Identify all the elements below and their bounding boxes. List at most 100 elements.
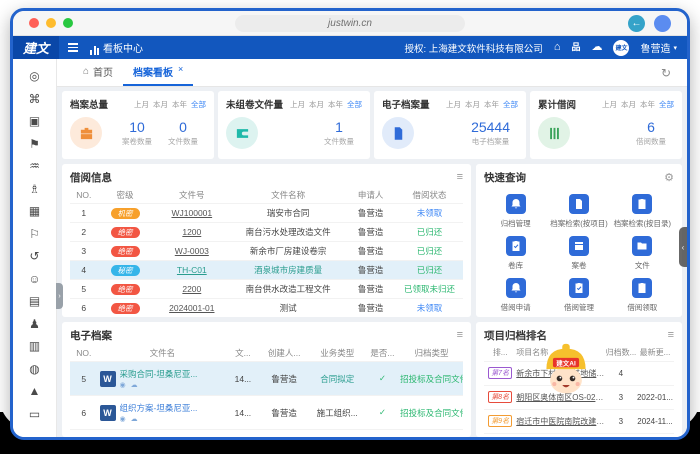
table-row-selected[interactable]: 4 秘密 TH-C01 酒泉城市房建质量 鲁营造 已归还 xyxy=(70,261,463,280)
file-name-link[interactable]: 采购合同-坦桑尼亚... xyxy=(120,368,198,380)
user-menu[interactable]: 鲁营造▾ xyxy=(640,40,677,55)
panel-menu-icon[interactable]: ≡ xyxy=(457,171,463,183)
file-no-link[interactable]: WJ100001 xyxy=(171,208,212,218)
org-chart-icon[interactable]: 品 xyxy=(571,43,580,52)
file-no-link[interactable]: 1200 xyxy=(182,227,201,237)
table-row[interactable]: 6 绝密 2024001-01 测试 鲁营造 未领取 xyxy=(70,299,463,317)
table-row[interactable]: 2 绝密 1200 南台污水处理改造文件 鲁营造 已归还 xyxy=(70,223,463,242)
file-name-link[interactable]: 组织方案-坦桑尼亚... xyxy=(120,402,198,414)
user-icon[interactable]: ♟ xyxy=(29,318,40,331)
table-row[interactable]: 1 机密 WJ100001 瑞安市合同 鲁营造 未领取 xyxy=(70,204,463,223)
filter-this-month[interactable]: 本月 xyxy=(465,99,480,110)
col-biz-type[interactable]: 业务类型 xyxy=(310,347,365,359)
book-icon[interactable]: ▥ xyxy=(29,340,40,353)
right-panel-collapse-handle[interactable]: ‹ xyxy=(679,227,687,267)
building-icon[interactable]: ▦ xyxy=(29,205,40,218)
file-no-link[interactable]: TH-C01 xyxy=(177,265,207,275)
maximize-window-button[interactable] xyxy=(63,18,73,28)
filter-this-year[interactable]: 本年 xyxy=(640,99,655,110)
briefcase-icon[interactable]: ▣ xyxy=(29,115,40,128)
quick-item-borrow-apply[interactable]: 借阅申请 xyxy=(484,278,547,313)
col-last-update[interactable]: 最新更... xyxy=(636,347,674,358)
filter-all[interactable]: 全部 xyxy=(659,99,674,110)
col-archive-count[interactable]: 归档数... xyxy=(606,347,636,358)
filter-this-year[interactable]: 本年 xyxy=(484,99,499,110)
filter-all[interactable]: 全部 xyxy=(503,99,518,110)
stat-value: 6 xyxy=(636,119,666,135)
flag-icon[interactable]: ⚐ xyxy=(29,228,40,241)
quick-item-borrow-manage[interactable]: 借阅管理 xyxy=(547,278,610,313)
app-logo[interactable]: 建文 xyxy=(13,36,59,59)
profile-button[interactable] xyxy=(654,15,671,32)
table-row-selected[interactable]: 5 W 采购合同-坦桑尼亚... ◉☁ 14... 鲁营造 合同拟定 ✓ 招 xyxy=(70,362,463,396)
col-status[interactable]: 借阅状态 xyxy=(396,189,463,201)
tab-archive-dashboard[interactable]: 档案看板 × xyxy=(123,59,193,86)
col-file-no[interactable]: 文件号 xyxy=(153,189,232,201)
col-archived-flag[interactable]: 是否... xyxy=(365,347,400,359)
filter-this-year[interactable]: 本年 xyxy=(172,99,187,110)
project-name-link[interactable]: 宿迁市中医院南院改建项... xyxy=(516,416,605,427)
filter-this-month[interactable]: 本月 xyxy=(153,99,168,110)
mountain-icon[interactable]: ▲ xyxy=(29,385,41,398)
quick-item-search-by-catalog[interactable]: 档案检索(按目录) xyxy=(611,194,674,229)
panel-menu-icon[interactable]: ≡ xyxy=(668,329,674,341)
col-creator[interactable]: 创建人... xyxy=(259,347,310,359)
col-size[interactable]: 文... xyxy=(227,347,258,359)
close-tab-icon[interactable]: × xyxy=(178,64,183,74)
download-icon[interactable]: ☁ xyxy=(131,381,138,389)
quick-item-borrow-pickup[interactable]: 借阅领取 xyxy=(611,278,674,313)
shield-icon[interactable]: ♗ xyxy=(29,183,40,196)
table-row[interactable]: 5 绝密 2200 南台供水改造工程文件 鲁营造 已领取未归还 xyxy=(70,280,463,299)
panel-menu-icon[interactable]: ≡ xyxy=(457,329,463,341)
quick-item-files[interactable]: 文件 xyxy=(611,236,674,271)
flag-user-icon[interactable]: ⚑ xyxy=(29,138,40,151)
ai-assistant-mascot[interactable]: 建文AI xyxy=(538,340,594,402)
filter-last-month[interactable]: 上月 xyxy=(290,99,305,110)
col-applicant[interactable]: 申请人 xyxy=(345,189,396,201)
col-file-name[interactable]: 文件名 xyxy=(98,347,228,359)
wifi-icon[interactable]: ♒ xyxy=(29,160,40,173)
col-archive-type[interactable]: 归档类型 xyxy=(400,347,463,359)
quick-item-volume-library[interactable]: 卷库 xyxy=(484,236,547,271)
preview-icon[interactable]: ◉ xyxy=(120,415,126,423)
ink-drop-icon[interactable]: ◎ xyxy=(29,70,39,83)
filter-this-month[interactable]: 本月 xyxy=(621,99,636,110)
tab-home[interactable]: ⌂ 首页 xyxy=(73,59,123,86)
globe-icon[interactable]: ◍ xyxy=(29,363,39,376)
quick-item-archive-manage[interactable]: 归档管理 xyxy=(484,194,547,229)
col-file-name[interactable]: 文件名称 xyxy=(231,189,345,201)
sidebar-expand-handle[interactable]: › xyxy=(56,283,63,309)
kanban-center-nav[interactable]: 看板中心 xyxy=(90,40,143,55)
filter-all[interactable]: 全部 xyxy=(347,99,362,110)
file-no-link[interactable]: 2024001-01 xyxy=(169,303,214,313)
filter-this-month[interactable]: 本月 xyxy=(309,99,324,110)
home-icon[interactable]: ⌂ xyxy=(554,42,561,53)
close-window-button[interactable] xyxy=(29,18,39,28)
table-row[interactable]: 6 W 组织方案-坦桑尼亚... ◉☁ 14... 鲁营造 施工组织... ✓ xyxy=(70,396,463,430)
back-button[interactable]: ← xyxy=(628,15,645,32)
undo-icon[interactable]: ↺ xyxy=(29,250,39,263)
address-bar[interactable]: justwin.cn xyxy=(235,15,465,32)
cloud-icon[interactable]: ☁ xyxy=(591,42,602,53)
table-row[interactable]: 3 绝密 WJ-0003 新余市厂房建设卷宗 鲁营造 已归还 xyxy=(70,242,463,261)
download-icon[interactable]: ☁ xyxy=(131,415,138,423)
file-no-link[interactable]: WJ-0003 xyxy=(175,246,209,256)
filter-all[interactable]: 全部 xyxy=(191,99,206,110)
face-icon[interactable]: ☺ xyxy=(28,273,40,286)
share-network-icon[interactable]: ⌘ xyxy=(29,93,41,106)
filter-last-month[interactable]: 上月 xyxy=(134,99,149,110)
refresh-icon[interactable]: ↻ xyxy=(661,66,671,80)
filter-this-year[interactable]: 本年 xyxy=(328,99,343,110)
file-no-link[interactable]: 2200 xyxy=(182,284,201,294)
table-row[interactable]: 第9名 宿迁市中医院南院改建项... 3 2024-11... xyxy=(484,410,674,434)
filter-last-month[interactable]: 上月 xyxy=(602,99,617,110)
filter-last-month[interactable]: 上月 xyxy=(446,99,461,110)
quick-item-case-volume[interactable]: 案卷 xyxy=(547,236,610,271)
id-card-icon[interactable]: ▭ xyxy=(29,408,40,421)
preview-icon[interactable]: ◉ xyxy=(120,381,126,389)
minimize-window-button[interactable] xyxy=(46,18,56,28)
gear-icon[interactable]: ⚙ xyxy=(664,171,674,184)
clipboard-user-icon[interactable]: ▤ xyxy=(29,295,40,308)
quick-item-search-by-project[interactable]: 档案检索(按项目) xyxy=(547,194,610,229)
menu-toggle-icon[interactable] xyxy=(68,43,78,52)
